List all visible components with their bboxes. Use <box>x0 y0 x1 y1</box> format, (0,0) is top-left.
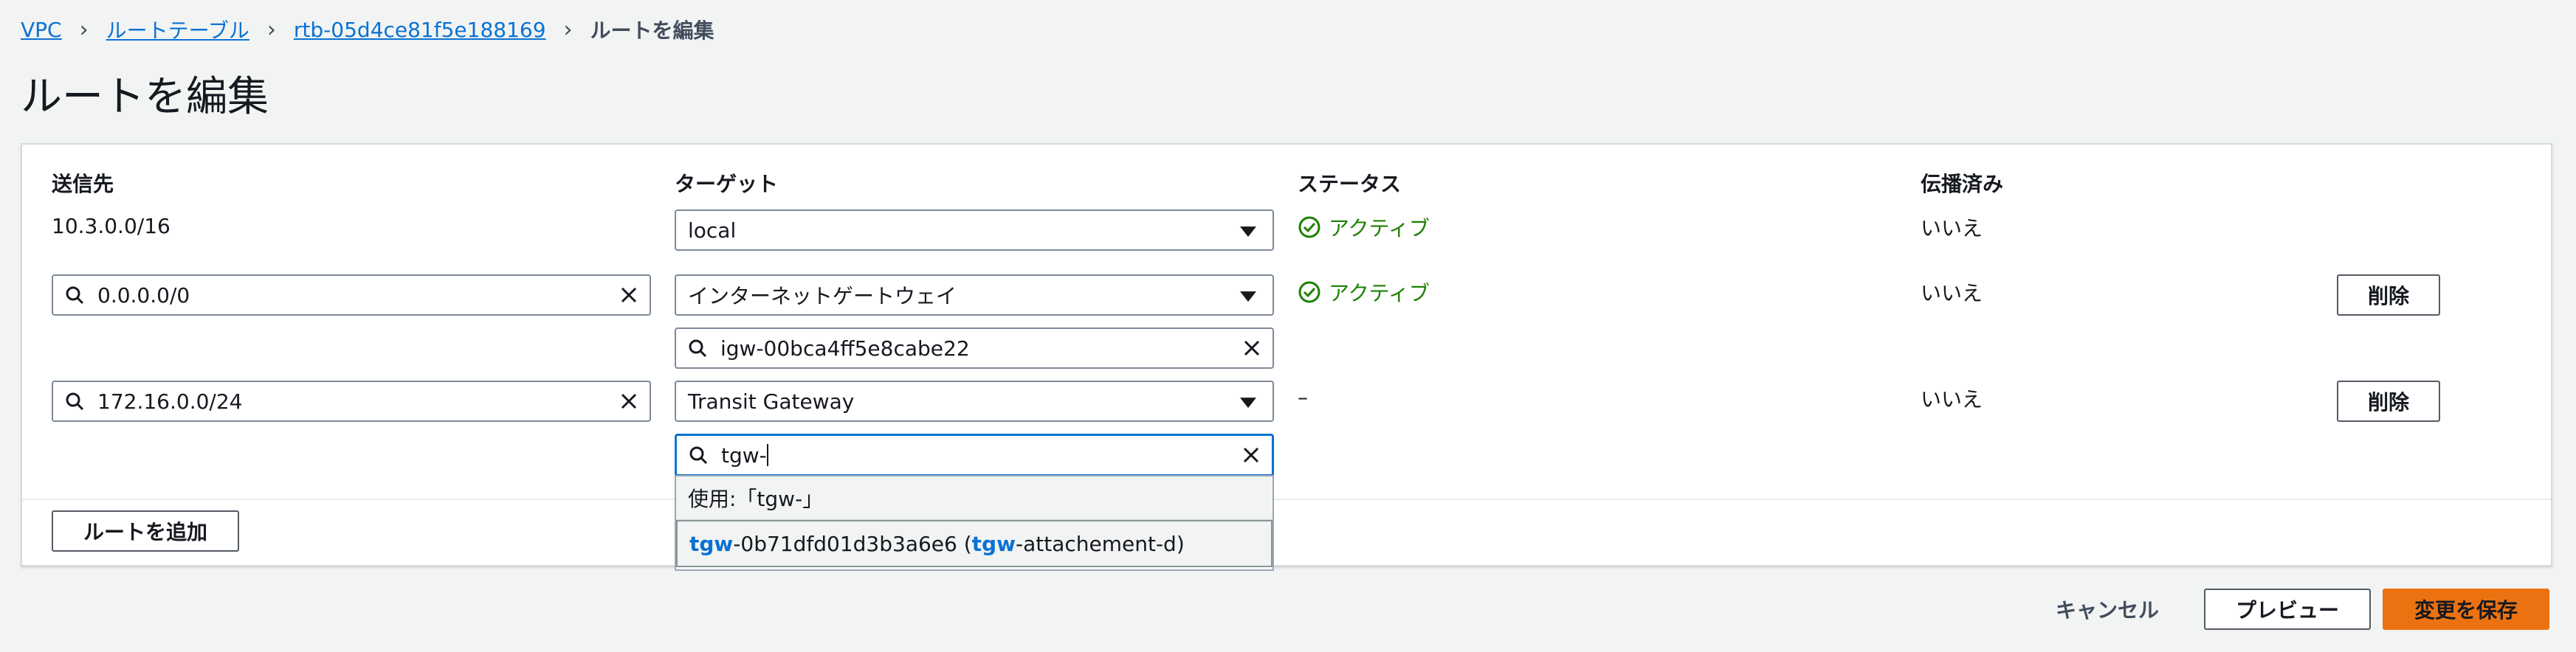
search-icon <box>66 286 84 305</box>
row3-destination-value: 172.16.0.0/24 <box>97 389 243 414</box>
column-header-destination: 送信先 <box>52 172 114 196</box>
breadcrumb-route-tables[interactable]: ルートテーブル <box>106 15 249 44</box>
breadcrumb-route-table-id[interactable]: rtb-05d4ce81f5e188169 <box>294 18 546 42</box>
row2-status-text: アクティブ <box>1329 281 1430 305</box>
add-route-button[interactable]: ルートを追加 <box>52 510 239 552</box>
column-header-target: ターゲット <box>675 172 779 196</box>
text-cursor <box>766 444 768 466</box>
clear-icon[interactable] <box>1241 445 1261 465</box>
row3-target-value: Transit Gateway <box>688 389 855 414</box>
row1-destination: 10.3.0.0/16 <box>52 214 171 238</box>
row1-target-value: local <box>688 218 737 243</box>
search-icon <box>66 392 84 411</box>
row3-remove-button[interactable]: 削除 <box>2337 381 2440 422</box>
row2-remove-button[interactable]: 削除 <box>2337 274 2440 316</box>
row1-status: アクティブ <box>1298 212 1430 242</box>
clear-icon[interactable] <box>619 285 639 305</box>
row3-target-search-input[interactable]: tgw- <box>675 434 1274 476</box>
caret-down-icon <box>1240 226 1256 237</box>
row2-target-value: インターネットゲートウェイ <box>688 284 957 308</box>
row2-status: アクティブ <box>1298 277 1430 307</box>
row3-target-select[interactable]: Transit Gateway <box>675 381 1274 422</box>
row2-target-select[interactable]: インターネットゲートウェイ <box>675 274 1274 316</box>
check-circle-icon <box>1298 216 1320 238</box>
breadcrumb-current: ルートを編集 <box>590 18 714 43</box>
row2-target-id-input[interactable]: igw-00bca4ff5e8cabe22 <box>675 327 1274 369</box>
page-title: ルートを編集 <box>21 73 269 121</box>
option-highlight: tgw <box>689 531 734 556</box>
save-changes-button[interactable]: 変更を保存 <box>2383 589 2549 630</box>
breadcrumb-vpc[interactable]: VPC <box>21 18 62 42</box>
row1-propagated: いいえ <box>1921 216 1983 240</box>
search-icon <box>689 339 707 358</box>
search-icon <box>689 446 708 465</box>
routes-panel <box>21 143 2552 566</box>
dropdown-option[interactable]: tgw -0b71dfd01d3b3a6e6 (tgw -attachement-d… <box>676 520 1272 567</box>
chevron-right-icon: › <box>563 16 573 43</box>
column-header-propagated: 伝播済み <box>1921 172 2004 196</box>
row3-status: – <box>1298 385 1308 409</box>
dropdown-use-entered-text[interactable]: 使用:「tgw-」 <box>676 476 1272 520</box>
row1-status-text: アクティブ <box>1329 216 1430 240</box>
option-text: -attachement-d) <box>1015 531 1185 556</box>
column-header-status: ステータス <box>1298 172 1402 196</box>
row2-destination-input[interactable]: 0.0.0.0/0 <box>52 274 651 316</box>
check-circle-icon <box>1298 281 1320 303</box>
caret-down-icon <box>1240 398 1256 409</box>
chevron-right-icon: › <box>266 16 276 43</box>
row2-target-id-value: igw-00bca4ff5e8cabe22 <box>720 336 970 361</box>
cancel-button[interactable]: キャンセル <box>2045 589 2170 630</box>
row3-destination-input[interactable]: 172.16.0.0/24 <box>52 381 651 422</box>
caret-down-icon <box>1240 291 1256 302</box>
option-text: -0b71dfd01d3b3a6e6 ( <box>733 531 972 556</box>
clear-icon[interactable] <box>1241 338 1262 358</box>
preview-button[interactable]: プレビュー <box>2204 589 2371 630</box>
row3-propagated: いいえ <box>1921 387 1983 412</box>
option-highlight: tgw <box>971 531 1016 556</box>
panel-footer-divider <box>22 499 2551 500</box>
row1-target-select[interactable]: local <box>675 209 1274 251</box>
row2-destination-value: 0.0.0.0/0 <box>97 282 190 308</box>
row3-target-search-value: tgw- <box>721 443 767 468</box>
row2-propagated: いいえ <box>1921 281 1983 305</box>
breadcrumb: VPC › ルートテーブル › rtb-05d4ce81f5e188169 › … <box>21 15 714 44</box>
chevron-right-icon: › <box>79 16 89 43</box>
target-suggestions-dropdown: 使用:「tgw-」 tgw -0b71dfd01d3b3a6e6 (tgw -att… <box>675 475 1274 571</box>
clear-icon[interactable] <box>619 391 639 412</box>
